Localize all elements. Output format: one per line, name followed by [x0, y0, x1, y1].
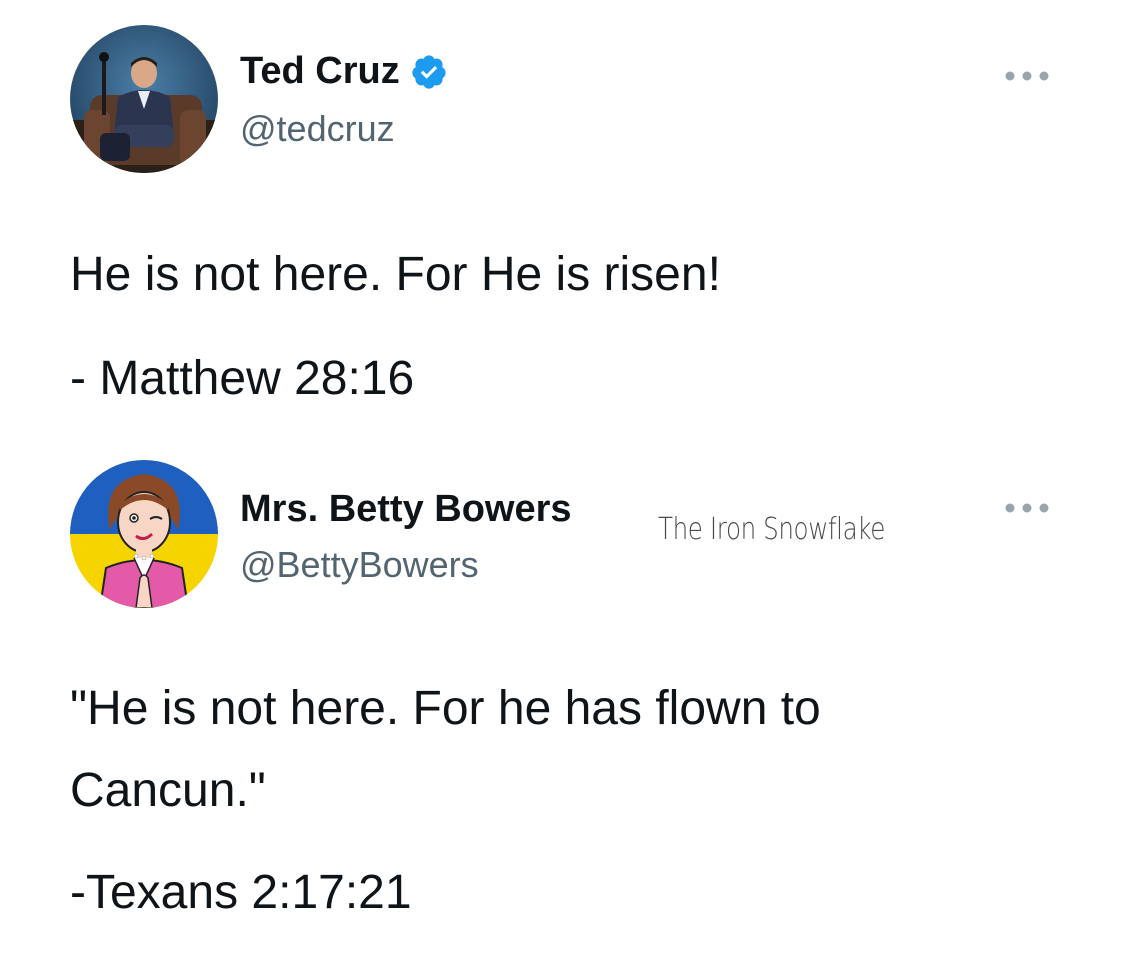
more-options-icon[interactable]	[1004, 70, 1050, 82]
tweet-ted-cruz: Ted Cruz @tedcruz He is not here. For He…	[0, 0, 1125, 440]
author-handle[interactable]: @tedcruz	[240, 108, 395, 150]
verified-badge-icon	[412, 54, 446, 89]
tweet-betty-bowers: Mrs. Betty Bowers @BettyBowers The Iron …	[0, 440, 1125, 971]
tweet-text-line: "He is not here. For he has flown to	[70, 682, 821, 735]
tweet-text-line: - Matthew 28:16	[70, 352, 415, 405]
avatar-betty-bowers[interactable]	[70, 460, 218, 608]
avatar-ted-cruz[interactable]	[70, 25, 218, 173]
cartoon-woman-ukraine-flag-icon	[70, 460, 218, 608]
more-options-icon[interactable]	[1004, 502, 1050, 514]
tweet-text-line: Cancun."	[70, 764, 266, 817]
tweet-text-line: -Texans 2:17:21	[70, 866, 412, 919]
man-in-armchair-photo-icon	[70, 25, 218, 173]
author-row: Ted Cruz	[240, 50, 448, 93]
author-handle[interactable]: @BettyBowers	[240, 544, 479, 586]
watermark-text: The Iron Snowflake	[658, 512, 885, 547]
tweet-text-line: He is not here. For He is risen!	[70, 248, 721, 301]
author-row: Mrs. Betty Bowers	[240, 488, 572, 531]
author-display-name[interactable]: Mrs. Betty Bowers	[240, 488, 572, 531]
author-display-name[interactable]: Ted Cruz	[240, 50, 400, 93]
